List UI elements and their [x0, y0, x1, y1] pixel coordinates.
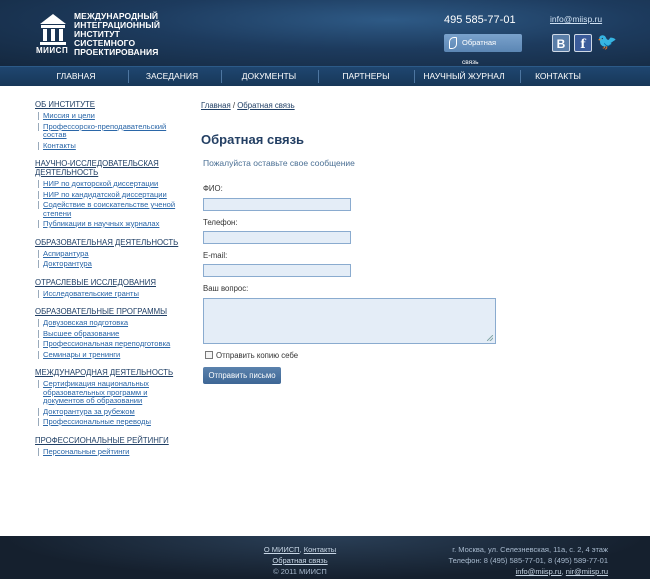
sidebar-section-title[interactable]: ПРОФЕССИОНАЛЬНЫЕ РЕЙТИНГИ: [35, 436, 185, 445]
sidebar-link[interactable]: НИР по кандидатской диссертации: [35, 190, 185, 200]
footer-about-link[interactable]: О МИИСП: [264, 545, 300, 554]
site-header: МИИСП МЕЖДУНАРОДНЫЙ ИНТЕГРАЦИОННЫЙ ИНСТИ…: [0, 0, 650, 66]
nav-divider: [520, 70, 521, 83]
footer-email-info-link[interactable]: info@miisp.ru: [516, 567, 562, 576]
sidebar-link[interactable]: Семинары и тренинги: [35, 350, 185, 360]
facebook-icon[interactable]: f: [574, 34, 592, 52]
footer-links: О МИИСП, Контакты Обратная связь © 2011 …: [240, 544, 360, 577]
sidebar-link[interactable]: НИР по докторской диссертации: [35, 179, 185, 189]
sidebar-link[interactable]: Миссия и цели: [35, 111, 185, 121]
footer-phones: Телефон: 8 (495) 585-77-01, 8 (495) 589-…: [448, 556, 608, 565]
sidebar-section-education: ОБРАЗОВАТЕЛЬНАЯ ДЕЯТЕЛЬНОСТЬ Аспирантура…: [35, 238, 185, 269]
sidebar-link[interactable]: Докторантура за рубежом: [35, 407, 185, 417]
footer-comma: ,: [299, 545, 302, 554]
twitter-icon[interactable]: 🐦: [597, 34, 617, 52]
nav-item-documents[interactable]: ДОКУМЕНТЫ: [230, 67, 308, 86]
sidebar: ОБ ИНСТИТУТЕ Миссия и цели Профессорско-…: [35, 100, 185, 465]
sidebar-section-title[interactable]: ОБРАЗОВАТЕЛЬНАЯ ДЕЯТЕЛЬНОСТЬ: [35, 238, 185, 247]
send-copy-checkbox[interactable]: [205, 351, 213, 359]
nav-item-meetings[interactable]: ЗАСЕДАНИЯ: [134, 67, 210, 86]
sidebar-link[interactable]: Докторантура: [35, 259, 185, 269]
institute-logo-icon[interactable]: [38, 12, 68, 46]
sidebar-section-about: ОБ ИНСТИТУТЕ Миссия и цели Профессорско-…: [35, 100, 185, 150]
sidebar-section-title[interactable]: ОБРАЗОВАТЕЛЬНЫЕ ПРОГРАММЫ: [35, 307, 185, 316]
phone-input[interactable]: [203, 231, 351, 244]
footer-comma: ,: [561, 567, 564, 576]
main-navigation: ГЛАВНАЯ ЗАСЕДАНИЯ ДОКУМЕНТЫ ПАРТНЕРЫ НАУ…: [0, 66, 650, 86]
sidebar-link[interactable]: Высшее образование: [35, 329, 185, 339]
vkontakte-icon[interactable]: В: [552, 34, 570, 52]
sidebar-link[interactable]: Сертификация национальных образовательны…: [35, 379, 185, 406]
footer-contacts-link[interactable]: Контакты: [304, 545, 336, 554]
phone-handset-icon: [449, 37, 457, 49]
footer-address: г. Москва, ул. Селезневская, 11а, с. 2, …: [452, 545, 608, 554]
callback-button-sublabel: связь: [462, 59, 479, 66]
breadcrumb: Главная / Обратная связь: [201, 101, 295, 110]
form-subtitle: Пожалуйста оставьте свое сообщение: [203, 158, 355, 168]
breadcrumb-current-link[interactable]: Обратная связь: [237, 101, 294, 110]
nav-item-partners[interactable]: ПАРТНЕРЫ: [328, 67, 404, 86]
callback-button-label: Обратная: [462, 38, 497, 47]
sidebar-section-ratings: ПРОФЕССИОНАЛЬНЫЕ РЕЙТИНГИ Персональные р…: [35, 436, 185, 457]
sidebar-link[interactable]: Довузовская подготовка: [35, 318, 185, 328]
sidebar-section-international: МЕЖДУНАРОДНАЯ ДЕЯТЕЛЬНОСТЬ Сертификация …: [35, 368, 185, 427]
email-label: E-mail:: [203, 251, 228, 260]
sidebar-section-title[interactable]: НАУЧНО-ИССЛЕДОВАТЕЛЬСКАЯ ДЕЯТЕЛЬНОСТЬ: [35, 159, 185, 177]
nav-divider: [128, 70, 129, 83]
logo-abbreviation: МИИСП: [36, 46, 69, 55]
sidebar-link[interactable]: Контакты: [35, 141, 185, 151]
fio-input[interactable]: [203, 198, 351, 211]
phone-label: Телефон:: [203, 218, 238, 227]
site-footer: О МИИСП, Контакты Обратная связь © 2011 …: [0, 536, 650, 579]
footer-contact-info: г. Москва, ул. Селезневская, 11а, с. 2, …: [448, 544, 608, 577]
sidebar-link[interactable]: Профессиональная переподготовка: [35, 339, 185, 349]
question-textarea[interactable]: [203, 298, 496, 344]
sidebar-section-title[interactable]: ОБ ИНСТИТУТЕ: [35, 100, 185, 109]
callback-button[interactable]: Обратная: [444, 34, 522, 52]
footer-email-nir-link[interactable]: nir@miisp.ru: [566, 567, 608, 576]
breadcrumb-separator: /: [232, 101, 236, 110]
sidebar-link[interactable]: Публикации в научных журналах: [35, 219, 185, 229]
email-input[interactable]: [203, 264, 351, 277]
nav-divider: [318, 70, 319, 83]
nav-item-contacts[interactable]: КОНТАКТЫ: [522, 67, 594, 86]
sidebar-link[interactable]: Персональные рейтинги: [35, 447, 185, 457]
header-email-link[interactable]: info@miisp.ru: [550, 14, 602, 24]
submit-button[interactable]: Отправить письмо: [203, 367, 281, 384]
logo-full-name[interactable]: МЕЖДУНАРОДНЫЙ ИНТЕГРАЦИОННЫЙ ИНСТИТУТ СИ…: [74, 12, 160, 57]
footer-copyright: © 2011 МИИСП: [273, 567, 327, 576]
sidebar-link[interactable]: Профессиональные переводы: [35, 417, 185, 427]
question-label: Ваш вопрос:: [203, 284, 249, 293]
nav-item-home[interactable]: ГЛАВНАЯ: [38, 67, 114, 86]
header-phone: 495 585-77-01: [444, 14, 516, 26]
sidebar-link[interactable]: Исследовательские гранты: [35, 289, 185, 299]
sidebar-link[interactable]: Аспирантура: [35, 249, 185, 259]
fio-label: ФИО:: [203, 184, 223, 193]
sidebar-link[interactable]: Содействие в соискательстве ученой степе…: [35, 200, 185, 218]
sidebar-section-title[interactable]: МЕЖДУНАРОДНАЯ ДЕЯТЕЛЬНОСТЬ: [35, 368, 185, 377]
resize-handle-icon[interactable]: [487, 335, 493, 341]
page-title: Обратная связь: [201, 132, 305, 147]
sidebar-section-industry: ОТРАСЛЕВЫЕ ИССЛЕДОВАНИЯ Исследовательски…: [35, 278, 185, 299]
send-copy-label[interactable]: Отправить копию себе: [216, 351, 298, 360]
sidebar-section-research: НАУЧНО-ИССЛЕДОВАТЕЛЬСКАЯ ДЕЯТЕЛЬНОСТЬ НИ…: [35, 159, 185, 229]
nav-item-journal[interactable]: НАУЧНЫЙ ЖУРНАЛ: [414, 67, 514, 86]
breadcrumb-home-link[interactable]: Главная: [201, 101, 231, 110]
sidebar-section-programs: ОБРАЗОВАТЕЛЬНЫЕ ПРОГРАММЫ Довузовская по…: [35, 307, 185, 359]
sidebar-link[interactable]: Профессорско-преподавательский состав: [35, 122, 185, 140]
logo-line: ПРОЕКТИРОВАНИЯ: [74, 47, 159, 57]
nav-divider: [221, 70, 222, 83]
footer-feedback-link[interactable]: Обратная связь: [272, 556, 327, 565]
sidebar-section-title[interactable]: ОТРАСЛЕВЫЕ ИССЛЕДОВАНИЯ: [35, 278, 185, 287]
